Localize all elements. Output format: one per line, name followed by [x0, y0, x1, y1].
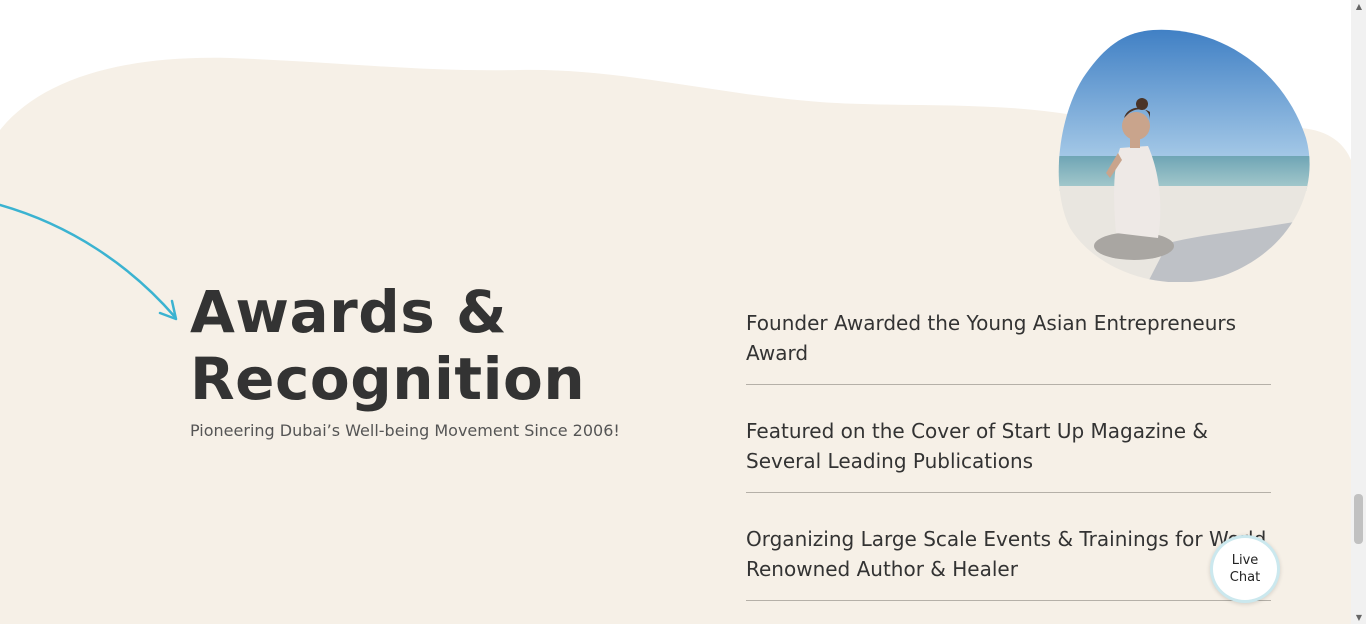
live-chat-label-line-2: Chat [1229, 570, 1261, 585]
award-item: Organizing Large Scale Events & Training… [746, 522, 1271, 601]
scroll-down-arrow-icon[interactable]: ▼ [1356, 613, 1362, 622]
scrollbar[interactable]: ▲ ▼ [1351, 0, 1366, 624]
title-line-1: Awards & [190, 278, 508, 346]
meditation-photo [1058, 29, 1310, 282]
page-title: Awards & Recognition [190, 279, 670, 413]
subtitle: Pioneering Dubai’s Well-being Movement S… [190, 421, 620, 440]
curved-arrow-icon [0, 203, 178, 321]
award-item: Founder Awarded the Young Asian Entrepre… [746, 306, 1271, 385]
live-chat-button[interactable]: Live Chat [1210, 535, 1280, 603]
award-item: Featured on the Cover of Start Up Magazi… [746, 414, 1271, 493]
title-line-2: Recognition [190, 345, 586, 413]
scrollbar-thumb[interactable] [1354, 494, 1363, 544]
live-chat-label-line-1: Live [1231, 553, 1259, 568]
awards-list: Founder Awarded the Young Asian Entrepre… [746, 306, 1271, 630]
scroll-up-arrow-icon[interactable]: ▲ [1356, 2, 1362, 11]
